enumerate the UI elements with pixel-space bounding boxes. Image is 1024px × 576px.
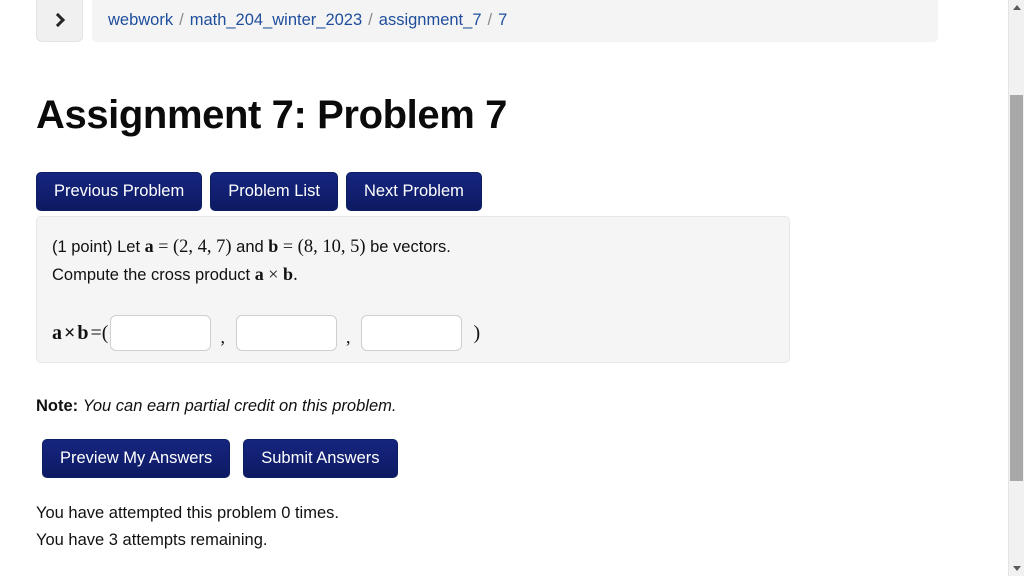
sidebar-toggle-button[interactable] — [36, 0, 83, 42]
problem-statement-line-1: (1 point) Let a = (2, 4, 7) and b = (8, … — [52, 233, 451, 261]
attempts-used-line: You have attempted this problem 0 times. — [36, 504, 339, 522]
problem-points: (1 point) — [52, 238, 113, 256]
problem-panel: (1 point) Let a = (2, 4, 7) and b = (8, … — [36, 216, 790, 363]
triangle-up-icon — [1012, 5, 1021, 10]
breadcrumb: webwork / math_204_winter_2023 / assignm… — [36, 0, 938, 42]
vector-a-symbol: a — [144, 236, 154, 256]
vector-b-symbol: b — [283, 264, 294, 284]
submit-answers-button[interactable]: Submit Answers — [243, 439, 398, 479]
answer-input-3[interactable] — [361, 315, 463, 351]
page-title: Assignment 7: Problem 7 — [36, 93, 507, 137]
problem-line1-pre: Let — [117, 238, 141, 256]
previous-problem-button[interactable]: Previous Problem — [36, 172, 203, 212]
note-label: Note: — [36, 397, 79, 415]
breadcrumb-item-problem[interactable]: 7 — [498, 11, 507, 30]
breadcrumb-item-assignment[interactable]: assignment_7 — [379, 11, 482, 30]
vertical-scrollbar[interactable] — [1008, 0, 1024, 576]
next-problem-button[interactable]: Next Problem — [345, 172, 482, 212]
note-text: You can earn partial credit on this prob… — [82, 397, 397, 415]
scrollbar-up-button[interactable] — [1009, 0, 1024, 15]
problem-list-button[interactable]: Problem List — [210, 172, 338, 212]
chevron-right-icon — [50, 12, 66, 28]
breadcrumb-separator: / — [368, 10, 373, 29]
problem-statement: (1 point) Let a = (2, 4, 7) and b = (8, … — [52, 233, 451, 289]
attempts-info: You have attempted this problem 0 times.… — [36, 500, 339, 554]
answer-input-1[interactable] — [110, 315, 212, 351]
preview-my-answers-button[interactable]: Preview My Answers — [42, 439, 231, 479]
conjunction-and: and — [236, 238, 264, 256]
answer-close-paren: ) — [473, 321, 481, 344]
vector-a-value: (2, 4, 7) — [173, 237, 232, 257]
equals-sign-2: = — [282, 236, 294, 256]
answer-cross-symbol: × — [64, 321, 76, 344]
answer-input-2[interactable] — [235, 315, 337, 351]
answer-comma-2: , — [345, 326, 351, 347]
answer-action-buttons: Preview My Answers Submit Answers — [42, 439, 398, 479]
answer-comma-1: , — [220, 326, 225, 347]
problem-line1-post: be vectors. — [370, 238, 451, 256]
vector-b-value: (8, 10, 5) — [297, 237, 366, 257]
attempts-remaining-line: You have 3 attempts remaining. — [36, 531, 268, 549]
problem-nav-buttons: Previous Problem Problem List Next Probl… — [36, 172, 482, 212]
breadcrumb-separator: / — [179, 10, 184, 29]
cross-product-symbol: × — [268, 264, 279, 284]
breadcrumb-bar: webwork / math_204_winter_2023 / assignm… — [92, 0, 938, 42]
webwork-problem-page: webwork / math_204_winter_2023 / assignm… — [0, 0, 1024, 576]
problem-line2-pre: Compute the cross product — [52, 266, 251, 284]
vector-b-symbol: b — [268, 236, 279, 256]
scrollbar-thumb[interactable] — [1010, 95, 1023, 481]
problem-line2-post: . — [293, 265, 298, 285]
equals-sign-1: = — [158, 236, 169, 256]
scrollbar-down-button[interactable] — [1009, 561, 1024, 576]
answer-equals-open-paren: =( — [90, 321, 109, 344]
problem-statement-line-2: Compute the cross product a × b. — [52, 261, 451, 289]
breadcrumb-item-webwork[interactable]: webwork — [108, 11, 173, 30]
answer-vector-b: b — [77, 321, 89, 344]
answer-vector-a: a — [52, 321, 62, 344]
answer-row: a × b =( , , ) — [52, 315, 480, 351]
triangle-down-icon — [1012, 566, 1021, 571]
page-content: webwork / math_204_winter_2023 / assignm… — [0, 0, 1008, 576]
breadcrumb-separator: / — [487, 10, 493, 29]
breadcrumb-item-course[interactable]: math_204_winter_2023 — [190, 11, 362, 30]
partial-credit-note: Note: You can earn partial credit on thi… — [36, 397, 396, 416]
vector-a-symbol: a — [254, 264, 264, 284]
